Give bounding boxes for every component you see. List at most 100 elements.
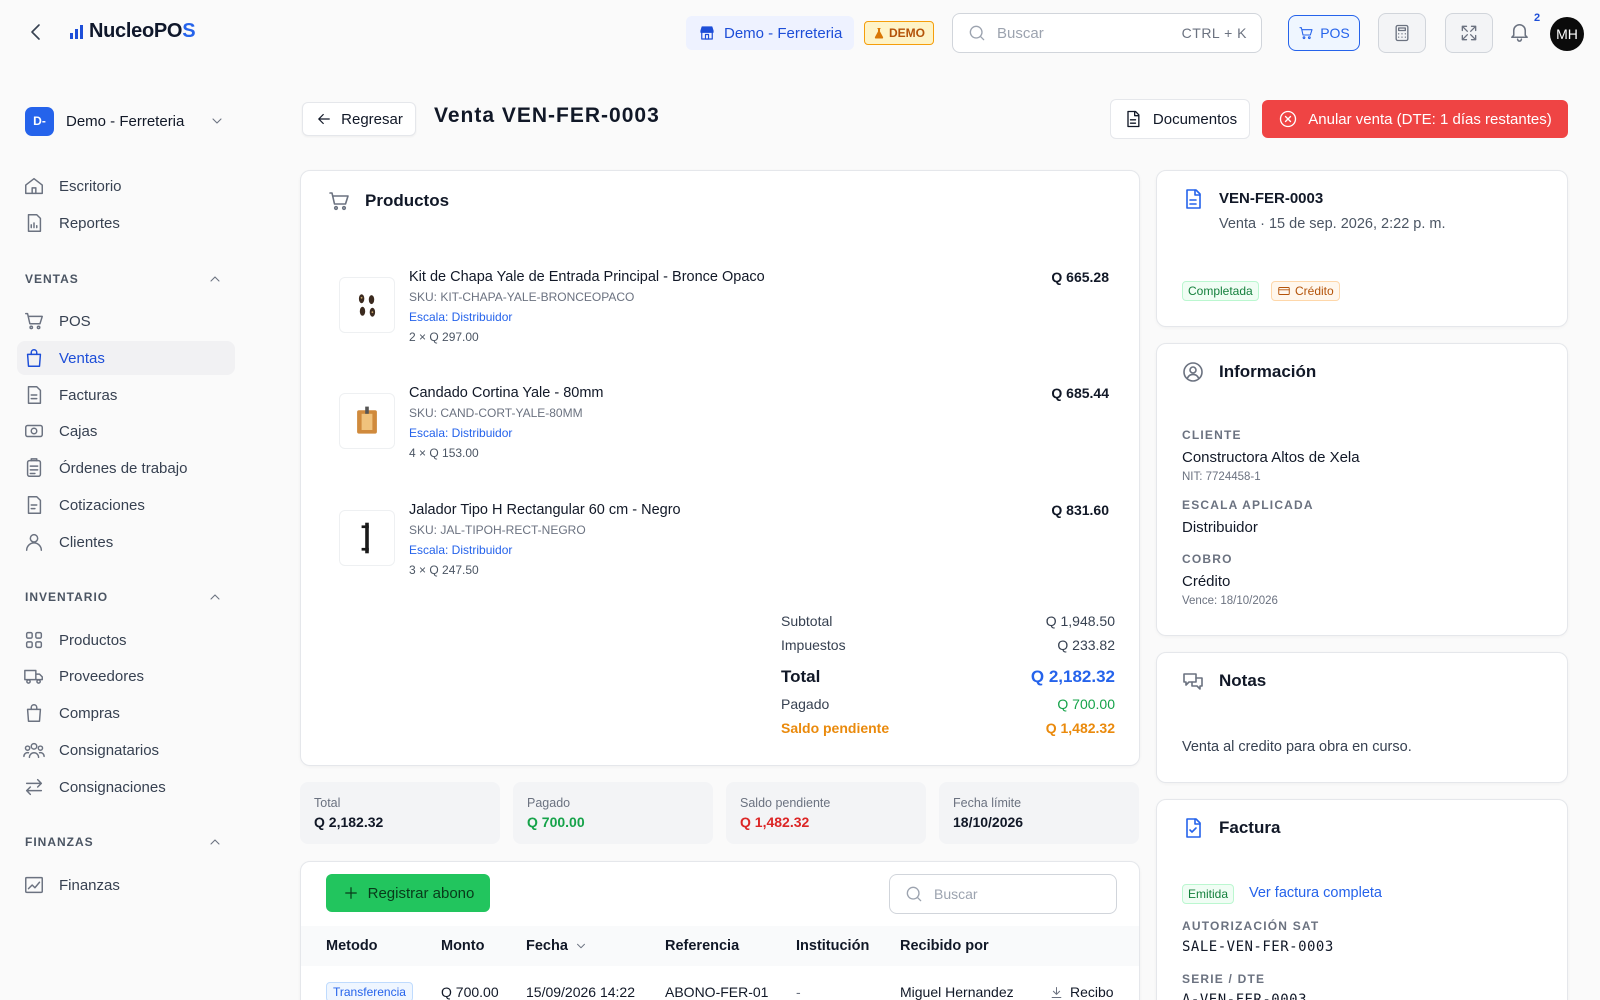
report-icon [27, 214, 42, 232]
payments-search-input[interactable]: Buscar [889, 874, 1117, 914]
chevron-up-icon [210, 276, 220, 282]
sidebar-item-consignatarios[interactable]: Consignatarios [17, 733, 235, 767]
user-circle-icon [1183, 362, 1203, 382]
client-nit: NIT: 7724458-1 [1182, 471, 1261, 483]
sidebar-section-title: FINANZAS [25, 835, 94, 849]
sidebar-item-cajas[interactable]: Cajas [17, 414, 235, 448]
paid-row: Pagado Q 700.00 [781, 696, 1115, 712]
search-icon [969, 25, 985, 41]
total-value: Q 2,182.32 [1030, 667, 1115, 686]
product-quantity: 3 × Q 247.50 [409, 563, 479, 577]
global-search-input[interactable]: Buscar CTRL + K [952, 13, 1262, 53]
notifications-count: 2 [1534, 12, 1541, 24]
column-header-label: Fecha [526, 938, 568, 954]
sidebar-section-inventario[interactable]: INVENTARIO [25, 589, 223, 605]
sidebar: D- Demo - Ferreteria Escritorio Reportes… [0, 66, 268, 1000]
payment-date: 15/09/2026 14:22 [526, 984, 635, 1000]
product-thumbnail [339, 277, 395, 333]
series-label: SERIE / DTE [1182, 972, 1266, 986]
invoice-status-badge: Emitida [1182, 884, 1235, 904]
products-card: Productos Kit de Chapa Yale de Entrada P… [300, 170, 1140, 766]
store-selector[interactable]: Demo - Ferreteria [686, 16, 855, 50]
sidebar-item-facturas[interactable]: Facturas [17, 378, 235, 412]
sidebar-section-ventas[interactable]: VENTAS [25, 271, 223, 287]
sidebar-item-label: Consignatarios [59, 741, 160, 759]
sat-auth-value: SALE-VEN-FER-0003 [1182, 939, 1334, 955]
sidebar-section-title: VENTAS [25, 272, 79, 286]
sidebar-item-label: Ventas [59, 349, 105, 367]
tax-label: Impuestos [781, 637, 846, 653]
sidebar-item-clientes[interactable]: Clientes [17, 525, 235, 559]
status-badge: Completada [1182, 281, 1259, 301]
subtotal-value: Q 1,948.50 [1045, 613, 1115, 629]
app-logo[interactable]: NucleoPOS [70, 20, 196, 43]
column-header-reference[interactable]: Referencia [665, 938, 739, 954]
column-header-date[interactable]: Fecha [526, 938, 588, 954]
back-button[interactable]: Regresar [302, 102, 416, 136]
tax-value: Q 233.82 [1057, 637, 1115, 653]
payment-type-badge: Crédito [1271, 281, 1340, 301]
org-selector[interactable]: D- Demo - Ferreteria [25, 106, 225, 136]
product-row[interactable]: Jalador Tipo H Rectangular 60 cm - Negro… [339, 502, 1109, 602]
product-row[interactable]: Candado Cortina Yale - 80mm SKU: CAND-CO… [339, 385, 1109, 485]
logo-text: NucleoPO [89, 20, 183, 42]
user-avatar[interactable]: MH [1550, 17, 1584, 51]
cash-register-icon [25, 424, 43, 438]
payment-type-label: Crédito [1295, 284, 1334, 298]
notifications-bell-icon[interactable] [1508, 20, 1531, 43]
product-scale: Escala: Distribuidor [409, 426, 513, 440]
column-header-method[interactable]: Metodo [326, 938, 378, 954]
register-payment-button[interactable]: Registrar abono [326, 874, 490, 912]
pos-button[interactable]: POS [1288, 15, 1360, 51]
store-icon [700, 26, 714, 40]
document-icon [1186, 189, 1201, 209]
tax-row: Impuestos Q 233.82 [781, 637, 1115, 653]
search-shortcut: CTRL + K [1181, 25, 1247, 41]
fullscreen-button[interactable] [1445, 13, 1493, 53]
documents-button[interactable]: Documentos [1110, 99, 1250, 139]
summary-value: 18/10/2026 [953, 814, 1024, 830]
sidebar-section-finanzas[interactable]: FINANZAS [25, 834, 223, 850]
sidebar-item-label: Consignaciones [59, 778, 166, 796]
receipt-link[interactable]: Recibo [1049, 984, 1114, 1000]
summary-label: Pagado [527, 796, 571, 810]
void-sale-button[interactable]: Anular venta (DTE: 1 días restantes) [1262, 100, 1568, 138]
sidebar-item-proveedores[interactable]: Proveedores [17, 659, 235, 693]
sidebar-item-pos[interactable]: POS [17, 304, 235, 338]
calculator-button[interactable] [1378, 13, 1426, 53]
invoice-card-title: Factura [1219, 818, 1281, 837]
column-header-received-by[interactable]: Recibido por [900, 938, 989, 954]
sidebar-item-cotizaciones[interactable]: Cotizaciones [17, 488, 235, 522]
invoice-icon [27, 386, 42, 404]
chevron-down-icon [212, 118, 222, 124]
sidebar-item-consignaciones[interactable]: Consignaciones [17, 770, 235, 804]
sidebar-item-ventas[interactable]: Ventas [17, 341, 235, 375]
door-handle-icon [361, 522, 369, 554]
summary-total: Total Q 2,182.32 [300, 782, 500, 844]
download-icon [1051, 986, 1062, 998]
sidebar-item-compras[interactable]: Compras [17, 696, 235, 730]
sidebar-item-productos[interactable]: Productos [17, 623, 235, 657]
column-header-amount[interactable]: Monto [441, 938, 484, 954]
product-price: Q 685.44 [1051, 385, 1109, 401]
sidebar-item-finanzas[interactable]: Finanzas [17, 868, 235, 902]
documents-button-label: Documentos [1152, 110, 1238, 128]
back-chevron-icon[interactable] [24, 20, 48, 44]
chevron-up-icon [210, 594, 220, 600]
receipt-link-label: Recibo [1070, 984, 1114, 1000]
sidebar-item-reportes[interactable]: Reportes [17, 206, 235, 240]
arrows-exchange-icon [25, 778, 43, 796]
file-check-icon [1186, 818, 1201, 838]
product-price: Q 665.28 [1051, 269, 1109, 285]
sidebar-item-label: Proveedores [59, 667, 145, 685]
sidebar-item-ordenes[interactable]: Órdenes de trabajo [17, 451, 235, 485]
column-header-institution[interactable]: Institución [796, 938, 869, 954]
sidebar-item-escritorio[interactable]: Escritorio [17, 169, 235, 203]
sale-code: VEN-FER-0003 [1219, 190, 1324, 207]
sale-subtitle: Venta · 15 de sep. 2026, 2:22 p. m. [1219, 216, 1446, 232]
product-row[interactable]: Kit de Chapa Yale de Entrada Principal -… [339, 269, 1109, 369]
view-invoice-link[interactable]: Ver factura completa [1249, 885, 1382, 901]
notes-text: Venta al credito para obra en curso. [1182, 739, 1412, 755]
cart-icon [1299, 27, 1313, 40]
payment-method-tag: Transferencia [326, 982, 413, 1000]
